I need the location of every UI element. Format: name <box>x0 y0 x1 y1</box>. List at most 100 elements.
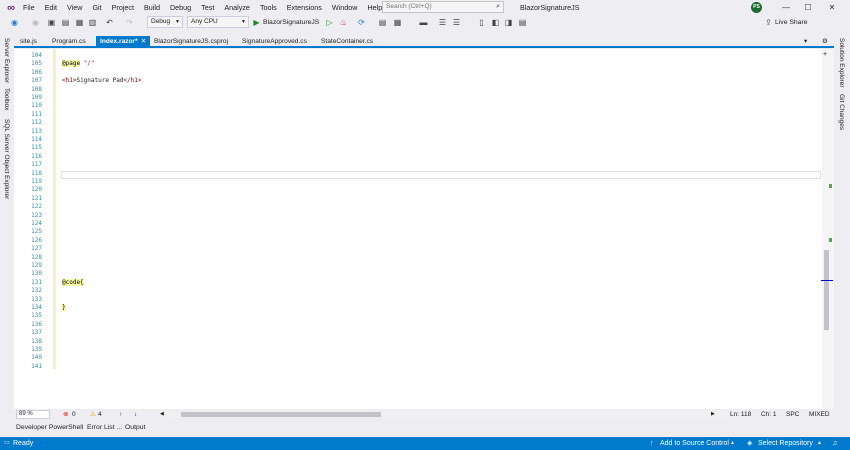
new-item-icon[interactable]: ▣ <box>46 17 57 28</box>
sql-server-object-explorer-tab[interactable]: SQL Server Object Explorer <box>3 119 10 199</box>
close-tab-icon[interactable]: ✕ <box>141 38 147 45</box>
run-icon[interactable]: ▶ <box>251 17 262 28</box>
tab-signature-approved-cs[interactable]: SignatureApproved.cs <box>238 36 311 47</box>
menu-project[interactable]: Project <box>107 0 139 15</box>
tab-index-razor[interactable]: Index.razor* ✕ <box>96 36 151 47</box>
platform-value: Any CPU <box>191 18 218 25</box>
bookmark-icon[interactable]: ▯ <box>476 17 487 28</box>
horizontal-scroll-thumb[interactable] <box>181 412 381 417</box>
line-number: 131 <box>31 278 42 286</box>
line-ending-indicator[interactable]: MIXED <box>809 409 830 420</box>
maximize-icon[interactable]: ☐ <box>798 0 818 15</box>
status-icon: ▭ <box>4 440 10 446</box>
refresh-icon[interactable]: ⟳ <box>356 17 367 28</box>
avatar[interactable]: PS <box>751 2 762 13</box>
open-folder-icon[interactable]: ▤ <box>60 17 71 28</box>
spacing-indicator[interactable]: SPC <box>786 409 799 420</box>
column-indicator[interactable]: Ch: 1 <box>761 409 777 420</box>
line-number: 123 <box>31 211 42 219</box>
code-line-105[interactable]: @page "/" <box>62 60 95 68</box>
tab-state-container-cs[interactable]: StateContainer.cs <box>317 36 377 47</box>
code-line-131[interactable]: @code{ <box>62 279 84 287</box>
configuration-dropdown[interactable]: Debug ▼ <box>147 16 183 28</box>
line-number: 119 <box>31 178 42 185</box>
tab-overflow-icon[interactable]: ▾ <box>804 36 807 47</box>
tab-site-js[interactable]: site.js <box>16 36 41 47</box>
scroll-left-icon[interactable]: ◀ <box>160 409 164 420</box>
tab-developer-powershell[interactable]: Developer PowerShell <box>16 422 83 434</box>
add-icon[interactable]: + <box>823 51 827 58</box>
code-line-134[interactable]: } <box>62 304 66 312</box>
menu-window[interactable]: Window <box>327 0 363 15</box>
bookmark-clear-icon[interactable]: ▤ <box>517 17 528 28</box>
save-all-icon[interactable]: ▥ <box>87 17 98 28</box>
solution-explorer-tab[interactable]: Solution Explorer <box>838 38 845 88</box>
line-number: 110 <box>31 102 42 110</box>
forward-icon[interactable]: ◉ <box>30 17 41 28</box>
arrow-down-icon[interactable]: ↓ <box>134 409 137 420</box>
server-explorer-tab[interactable]: Server Explorer <box>3 38 10 83</box>
menu-build[interactable]: Build <box>139 0 165 15</box>
back-icon[interactable]: ◉ <box>9 17 20 28</box>
live-share-button[interactable]: Live Share <box>775 15 808 30</box>
visual-studio-logo-icon[interactable]: ∞ <box>4 1 18 15</box>
error-icon[interactable]: ⊗ <box>63 409 68 420</box>
toolbox-tab[interactable]: Toolbox <box>3 88 10 110</box>
menu-file[interactable]: File <box>18 0 40 15</box>
notification-bell-icon[interactable]: ♫ <box>832 437 837 450</box>
indent-icon[interactable]: ☰ <box>437 17 448 28</box>
platform-dropdown[interactable]: Any CPU ▼ <box>187 16 249 28</box>
breakpoint-icon[interactable]: ▬ <box>418 17 429 28</box>
live-share-icon[interactable]: ⇪ <box>763 17 774 28</box>
menu-git[interactable]: Git <box>87 0 106 15</box>
menu-edit[interactable]: Edit <box>40 0 62 15</box>
solution-icon[interactable]: ▤ <box>377 17 388 28</box>
menu-tools[interactable]: Tools <box>255 0 282 15</box>
files-icon[interactable]: ▦ <box>392 17 403 28</box>
line-number: 116 <box>31 152 42 160</box>
line-number: 112 <box>31 119 42 127</box>
menu-analyze[interactable]: Analyze <box>219 0 255 15</box>
run-target-label[interactable]: BlazorSignatureJS <box>263 15 319 30</box>
tab-program-cs[interactable]: Program.cs <box>48 36 90 47</box>
line-number: 113 <box>31 127 42 135</box>
outdent-icon[interactable]: ☰ <box>451 17 462 28</box>
add-to-source-control-button[interactable]: Add to Source Control <box>660 437 729 450</box>
code-line-107[interactable]: <h1>Signature Pad</h1> <box>62 77 141 85</box>
save-icon[interactable]: ▦ <box>74 17 85 28</box>
git-changes-tab[interactable]: Git Changes <box>838 94 845 130</box>
undo-icon[interactable]: ↶ <box>104 17 115 28</box>
menu-view[interactable]: View <box>62 0 87 15</box>
line-indicator[interactable]: Ln: 118 <box>730 409 751 420</box>
arrow-up-icon: ↑ <box>650 440 654 447</box>
menu-extensions[interactable]: Extensions <box>282 0 327 15</box>
warning-icon[interactable]: ⚠ <box>90 409 96 420</box>
line-number: 138 <box>31 337 42 345</box>
zoom-dropdown[interactable]: 89 % <box>16 410 50 419</box>
close-icon[interactable]: ✕ <box>822 0 842 15</box>
redo-icon[interactable]: ↷ <box>124 17 135 28</box>
search-input[interactable]: Search (Ctrl+Q) ⌕ <box>382 1 504 13</box>
tab-error-list[interactable]: Error List ... <box>87 422 122 434</box>
bookmark-prev-icon[interactable]: ◧ <box>490 17 501 28</box>
gear-icon[interactable]: ⚙ <box>822 36 828 47</box>
document-tab-bar: site.js Program.cs Index.razor* ✕ BlazorS… <box>14 36 834 48</box>
tab-label: Program.cs <box>52 38 86 45</box>
run-without-debug-icon[interactable]: ▷ <box>324 17 335 28</box>
arrow-up-icon[interactable]: ↑ <box>119 409 122 420</box>
line-number: 111 <box>31 110 42 118</box>
select-repository-button[interactable]: Select Repository <box>758 437 813 450</box>
code-editor[interactable] <box>14 49 822 409</box>
minimize-icon[interactable]: — <box>776 0 796 15</box>
hot-reload-icon[interactable]: ♨ <box>338 17 349 28</box>
vertical-scrollbar[interactable] <box>822 49 834 409</box>
line-number: 137 <box>31 329 42 337</box>
repository-icon: ◈ <box>747 440 753 447</box>
vertical-scroll-thumb[interactable] <box>824 250 829 330</box>
scroll-right-icon[interactable]: ▶ <box>711 409 715 420</box>
tab-blazor-csproj[interactable]: BlazorSignatureJS.csproj <box>150 36 232 47</box>
menu-debug[interactable]: Debug <box>165 0 196 15</box>
bookmark-next-icon[interactable]: ◨ <box>503 17 514 28</box>
menu-test[interactable]: Test <box>196 0 219 15</box>
tab-output[interactable]: Output <box>125 422 145 434</box>
